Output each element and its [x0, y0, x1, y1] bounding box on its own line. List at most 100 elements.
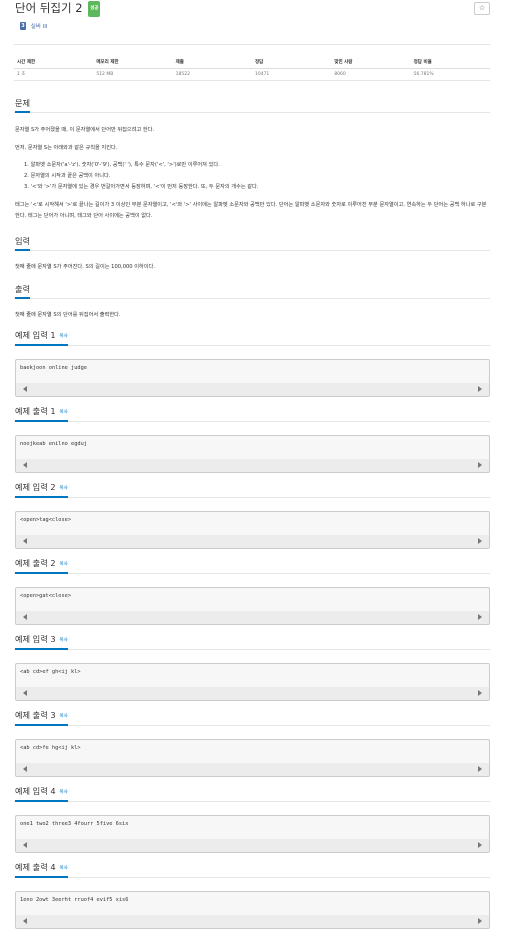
horizontal-scrollbar[interactable] [16, 763, 489, 776]
sample-box[interactable]: <ab cd>fe hg<ij kl> [15, 739, 490, 777]
sample-header: 예제 출력 1 복사 [14, 406, 490, 422]
copy-button[interactable]: 복사 [60, 638, 68, 643]
info-table: 시간 제한 메모리 제한 제출 정답 맞힌 사람 정답 비율 1 초 512 M… [14, 57, 490, 81]
info-header-row: 시간 제한 메모리 제한 제출 정답 맞힌 사람 정답 비율 [14, 57, 490, 69]
problem-paragraph-1: 문자열 S가 주어졌을 때, 이 문자열에서 단어만 뒤집으려고 한다. [15, 127, 155, 133]
tier-icon: 3 [20, 22, 26, 30]
value-ratio: 56.781% [410, 68, 490, 81]
horizontal-scrollbar[interactable] [16, 535, 489, 548]
info-value-row: 1 초 512 MB 18522 10471 8060 56.781% [14, 68, 490, 81]
sample-text[interactable]: noojkeab enilno egduj [20, 441, 87, 447]
status-badge: 성공 [88, 1, 101, 17]
star-button[interactable]: ☆ [474, 2, 490, 15]
header-accepted: 정답 [251, 57, 332, 69]
value-solvers[interactable]: 8060 [331, 68, 411, 81]
copy-button[interactable]: 복사 [60, 714, 68, 719]
scroll-left-icon[interactable] [23, 918, 27, 924]
scroll-left-icon[interactable] [23, 842, 27, 848]
scroll-left-icon[interactable] [23, 766, 27, 772]
sample-title: 예제 입력 1 복사 [15, 330, 68, 346]
copy-button[interactable]: 복사 [60, 486, 68, 491]
problem-paragraph-2: 먼저, 문자열 S는 아래와과 같은 규칙을 지킨다. [15, 145, 118, 151]
sample-text[interactable]: one1 two2 three3 4fourr 5five 6six [20, 821, 128, 827]
page-title: 단어 뒤집기 2 성공 [15, 1, 101, 17]
sample-text[interactable]: <open>tag<close> [20, 517, 71, 523]
sample-header: 예제 입력 3 복사 [14, 634, 490, 650]
output-paragraph: 첫째 줄에 문자열 S의 단어를 뒤집어서 출력한다. [15, 312, 121, 318]
scroll-right-icon[interactable] [478, 614, 482, 620]
sample-box[interactable]: <ab cd>ef gh<ij kl> [15, 663, 490, 701]
horizontal-scrollbar[interactable] [16, 687, 489, 700]
sample-header: 예제 출력 3 복사 [14, 710, 490, 726]
divider [14, 44, 490, 45]
output-section-title: 출력 [15, 284, 31, 299]
value-accepted[interactable]: 10471 [251, 68, 332, 81]
scroll-right-icon[interactable] [478, 842, 482, 848]
sample-box[interactable]: baekjoon online judge [15, 359, 490, 397]
sample-header: 예제 입력 1 복사 [14, 330, 490, 346]
problem-section-title: 문제 [15, 98, 31, 113]
problem-section-header: 문제 [14, 97, 490, 113]
horizontal-scrollbar[interactable] [16, 839, 489, 852]
horizontal-scrollbar[interactable] [16, 459, 489, 472]
copy-button[interactable]: 복사 [60, 410, 68, 415]
horizontal-scrollbar[interactable] [16, 383, 489, 396]
scroll-right-icon[interactable] [478, 386, 482, 392]
output-section-header: 출력 [14, 283, 490, 299]
sample-title: 예제 입력 2 복사 [15, 482, 68, 498]
rule-item: 2. 문자열의 시작과 끝은 공백이 아니다. [24, 173, 111, 179]
tier-label: 실버 III [30, 24, 48, 30]
scroll-left-icon[interactable] [23, 386, 27, 392]
sample-title: 예제 입력 4 복사 [15, 786, 68, 802]
tier-row[interactable]: 3 실버 III [20, 22, 48, 32]
rule-item: 3. '<'와 '>'가 문자열에 있는 경우 번갈아가면서 등장하며, '<'… [24, 184, 259, 190]
problem-title: 단어 뒤집기 2 [15, 1, 83, 15]
scroll-right-icon[interactable] [478, 766, 482, 772]
horizontal-scrollbar[interactable] [16, 611, 489, 624]
scroll-right-icon[interactable] [478, 462, 482, 468]
sample-header: 예제 출력 4 복사 [14, 862, 490, 878]
title-row: 단어 뒤집기 2 성공 ☆ [14, 0, 490, 20]
sample-text[interactable]: <open>gat<close> [20, 593, 71, 599]
input-section-header: 입력 [14, 235, 490, 251]
copy-button[interactable]: 복사 [60, 866, 68, 871]
header-ratio: 정답 비율 [410, 57, 490, 69]
sample-box[interactable]: noojkeab enilno egduj [15, 435, 490, 473]
tag-paragraph: 태그는 '<'로 시작해서 '>'로 끝나는 길이가 3 이상인 부분 문자열이… [15, 202, 487, 219]
scroll-left-icon[interactable] [23, 538, 27, 544]
copy-button[interactable]: 복사 [60, 334, 68, 339]
header-submissions: 제출 [172, 57, 252, 69]
scroll-left-icon[interactable] [23, 462, 27, 468]
sample-text[interactable]: <ab cd>ef gh<ij kl> [20, 669, 81, 675]
copy-button[interactable]: 복사 [60, 790, 68, 795]
sample-box[interactable]: 1eno 2owt 3eerht rruof4 evif5 xis6 [15, 891, 490, 929]
horizontal-scrollbar[interactable] [16, 915, 489, 928]
scroll-left-icon[interactable] [23, 690, 27, 696]
header-solvers: 맞힌 사람 [331, 57, 411, 69]
sample-title: 예제 출력 3 복사 [15, 710, 68, 726]
sample-box[interactable]: one1 two2 three3 4fourr 5five 6six [15, 815, 490, 853]
sample-header: 예제 입력 2 복사 [14, 482, 490, 498]
sample-title: 예제 출력 2 복사 [15, 558, 68, 574]
scroll-right-icon[interactable] [478, 538, 482, 544]
copy-button[interactable]: 복사 [60, 562, 68, 567]
sample-header: 예제 입력 4 복사 [14, 786, 490, 802]
value-time-limit: 1 초 [14, 68, 94, 81]
sample-box[interactable]: <open>gat<close> [15, 587, 490, 625]
scroll-right-icon[interactable] [478, 690, 482, 696]
value-memory-limit: 512 MB [93, 68, 173, 81]
star-icon: ☆ [478, 4, 486, 12]
value-submissions[interactable]: 18522 [172, 68, 252, 81]
sample-header: 예제 출력 2 복사 [14, 558, 490, 574]
header-time-limit: 시간 제한 [14, 57, 94, 69]
sample-text[interactable]: 1eno 2owt 3eerht rruof4 evif5 xis6 [20, 897, 128, 903]
sample-text[interactable]: <ab cd>fe hg<ij kl> [20, 745, 81, 751]
input-paragraph: 첫째 줄에 문자열 S가 주어진다. S의 길이는 100,000 이하이다. [15, 264, 155, 270]
rules-list: 1. 알파벳 소문자('a'-'z'), 숫자('0'-'9'), 공백(' '… [24, 160, 484, 193]
scroll-left-icon[interactable] [23, 614, 27, 620]
sample-title: 예제 출력 1 복사 [15, 406, 68, 422]
sample-title: 예제 출력 4 복사 [15, 862, 68, 878]
scroll-right-icon[interactable] [478, 918, 482, 924]
sample-text[interactable]: baekjoon online judge [20, 365, 87, 371]
sample-box[interactable]: <open>tag<close> [15, 511, 490, 549]
